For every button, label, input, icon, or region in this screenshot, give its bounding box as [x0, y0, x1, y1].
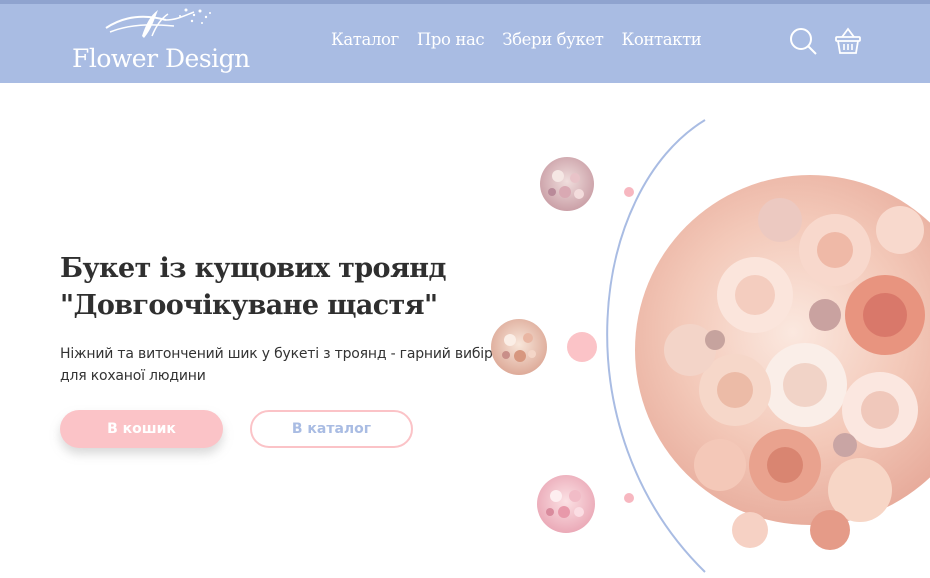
nav-about[interactable]: Про нас [417, 30, 485, 49]
slider-dot-1 [624, 187, 634, 197]
logo-text: Flower Design [72, 44, 250, 73]
slider-dot-3 [624, 493, 634, 503]
slider-dot-2-active [567, 332, 597, 362]
to-catalog-button[interactable]: В каталог [250, 410, 413, 448]
add-to-cart-button[interactable]: В кошик [60, 410, 223, 448]
hero-title-line1: Букет із кущових троянд [60, 253, 446, 284]
site-header: Flower Design Каталог Про нас Збери буке… [0, 4, 930, 83]
logo-flourish-icon [105, 8, 211, 38]
hero-title-line2: "Довгоочікуване щастя" [60, 290, 438, 321]
search-icon[interactable] [788, 26, 818, 56]
basket-icon[interactable] [833, 26, 863, 56]
hero-title: Букет із кущових троянд "Довгоочікуване … [60, 250, 480, 324]
thumb-bouquet-1 [540, 157, 594, 211]
logo[interactable]: Flower Design [72, 6, 250, 78]
thumb-bouquet-3 [537, 475, 595, 533]
thumb-bouquet-2 [491, 319, 547, 375]
main-bouquet-image [635, 175, 930, 550]
nav-catalog[interactable]: Каталог [331, 30, 399, 49]
nav-build-bouquet[interactable]: Збери букет [502, 30, 604, 49]
main-nav: Каталог Про нас Збери букет Контакти [331, 30, 719, 49]
bouquet-showcase [491, 119, 930, 573]
hero-description: Ніжний та витончений шик у букеті з троя… [60, 346, 493, 384]
nav-contacts[interactable]: Контакти [621, 30, 701, 49]
